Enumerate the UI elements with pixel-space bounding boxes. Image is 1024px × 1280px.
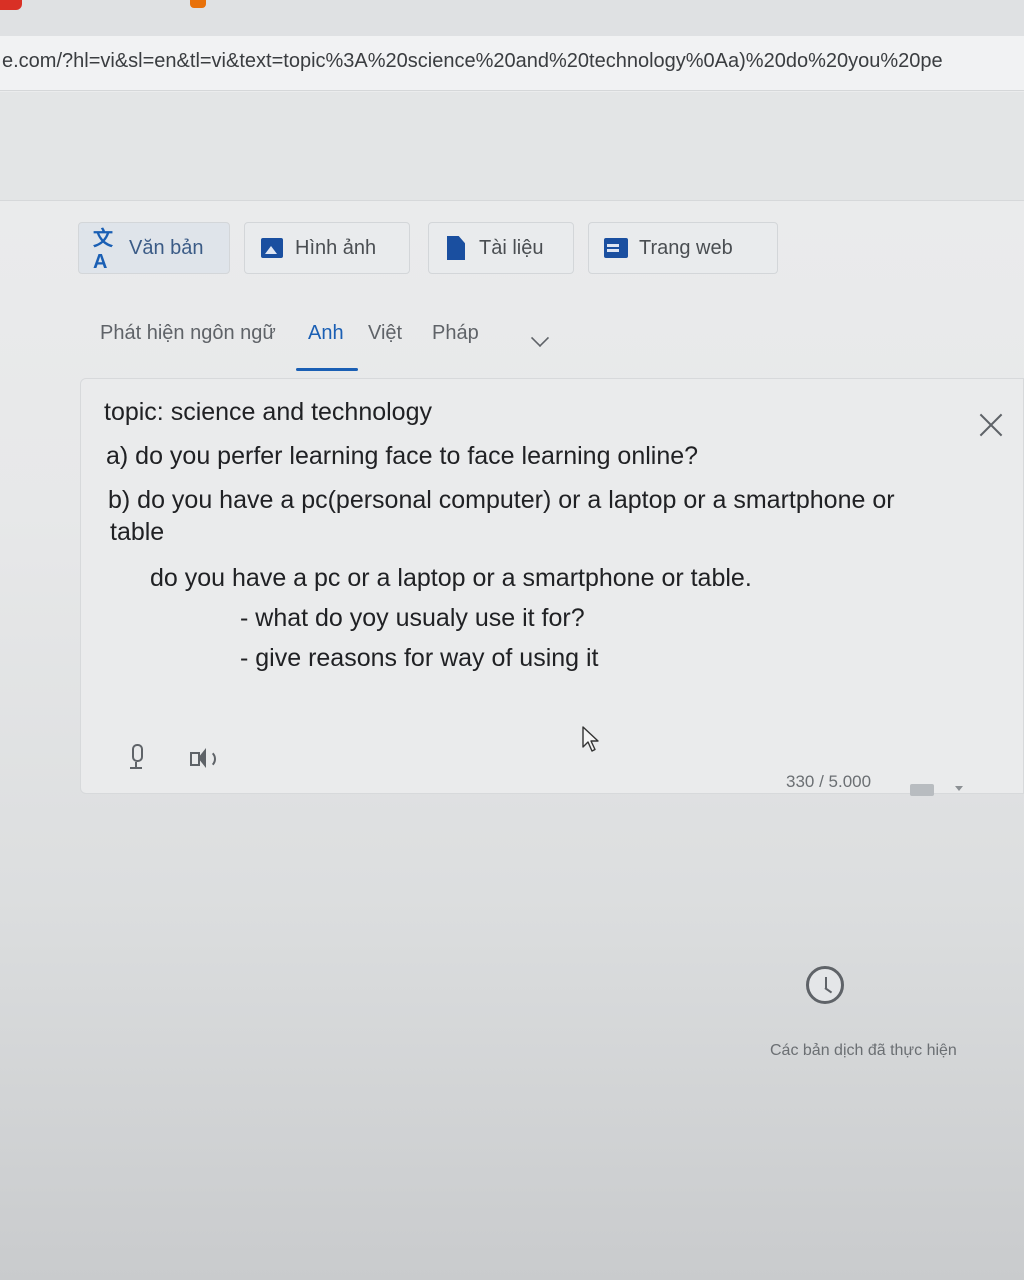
speaker-icon[interactable] bbox=[188, 746, 216, 770]
document-icon bbox=[443, 236, 469, 260]
source-text-line[interactable]: topic: science and technology bbox=[104, 398, 432, 427]
browser-tab-favicon[interactable] bbox=[190, 0, 206, 8]
selected-language-indicator bbox=[296, 368, 358, 371]
history-icon[interactable] bbox=[806, 966, 844, 1004]
translate-icon: 文A bbox=[93, 228, 113, 273]
url-text[interactable]: e.com/?hl=vi&sl=en&tl=vi&text=topic%3A%2… bbox=[2, 50, 1022, 73]
keyboard-icon[interactable] bbox=[910, 784, 934, 796]
clear-text-button[interactable] bbox=[976, 410, 1006, 440]
tab-language-english[interactable]: Anh bbox=[308, 322, 344, 345]
source-text-line[interactable]: do you have a pc or a laptop or a smartp… bbox=[150, 564, 752, 593]
source-text-line[interactable]: table bbox=[110, 518, 164, 547]
source-text-line[interactable]: b) do you have a pc(personal computer) o… bbox=[108, 486, 895, 515]
mode-label: Tài liệu bbox=[479, 236, 544, 259]
image-icon bbox=[259, 236, 285, 260]
character-counter: 330 / 5.000 bbox=[786, 772, 872, 791]
tab-detect-language[interactable]: Phát hiện ngôn ngữ bbox=[100, 322, 276, 345]
source-text-line[interactable]: - give reasons for way of using it bbox=[240, 644, 599, 673]
mode-image-button[interactable]: Hình ảnh bbox=[244, 222, 410, 274]
mode-label: Trang web bbox=[639, 236, 733, 259]
history-label[interactable]: Các bản dịch đã thực hiện bbox=[770, 1042, 957, 1060]
source-text-line[interactable]: a) do you perfer learning face to face l… bbox=[106, 442, 698, 471]
caret-down-icon[interactable] bbox=[955, 786, 963, 791]
mode-label: Hình ảnh bbox=[295, 236, 377, 259]
browser-tab-strip bbox=[0, 0, 1024, 36]
mode-text-button[interactable]: 文A Văn bản bbox=[78, 222, 230, 274]
chevron-down-icon[interactable] bbox=[530, 328, 550, 348]
mouse-cursor-icon bbox=[582, 726, 599, 752]
tab-language-vietnamese[interactable]: Việt bbox=[368, 322, 402, 345]
source-text-line[interactable]: - what do yoy usualy use it for? bbox=[240, 604, 585, 633]
mode-website-button[interactable]: Trang web bbox=[588, 222, 778, 274]
mode-document-button[interactable]: Tài liệu bbox=[428, 222, 574, 274]
mode-label: Văn bản bbox=[129, 236, 204, 259]
website-icon bbox=[603, 236, 629, 260]
microphone-icon[interactable] bbox=[126, 742, 146, 770]
browser-tab-favicon[interactable] bbox=[0, 0, 22, 10]
page-header bbox=[0, 92, 1024, 201]
tab-language-french[interactable]: Pháp bbox=[432, 322, 479, 345]
